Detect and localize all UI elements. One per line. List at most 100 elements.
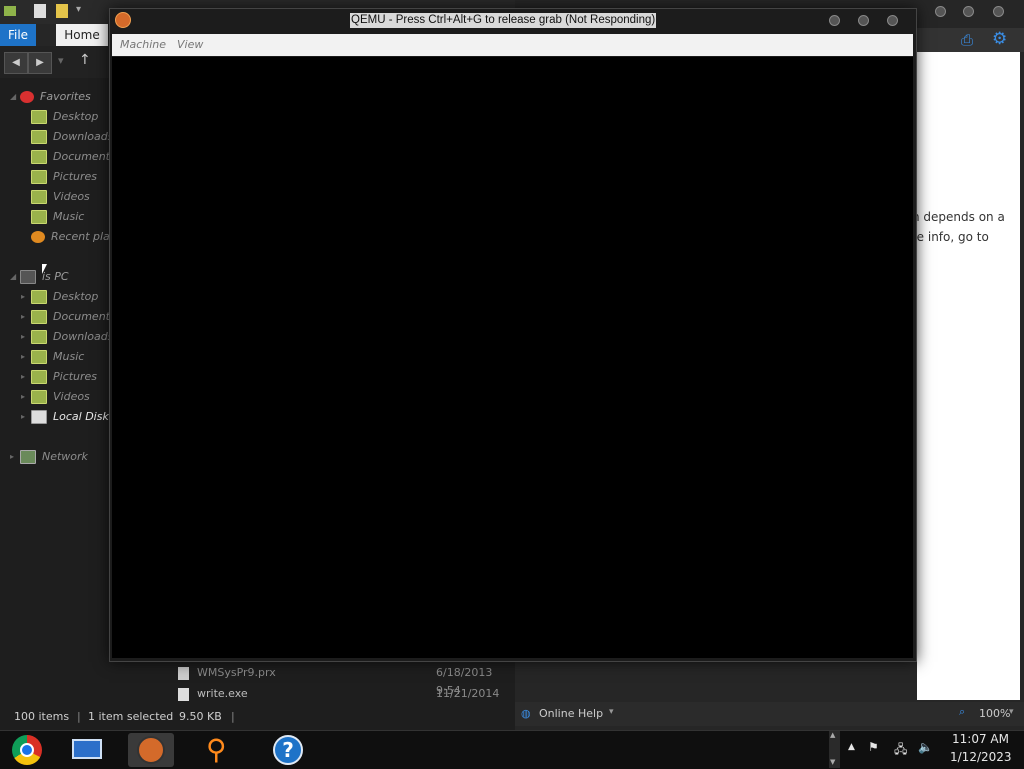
- taskbar-chrome[interactable]: [4, 733, 50, 767]
- zoom-level[interactable]: 100%: [979, 707, 1010, 720]
- sidebar-item-label: Videos: [53, 190, 90, 203]
- favorites-label: Favorites: [40, 90, 91, 103]
- computer-icon: [72, 739, 102, 759]
- file-date: 6/18/2013 9:54: [436, 666, 493, 697]
- videos-folder-icon: [31, 190, 47, 204]
- menu-machine[interactable]: Machine: [120, 38, 166, 51]
- file-row[interactable]: WMSysPr9.prx: [178, 664, 276, 682]
- sidebar-item-pc-desktop[interactable]: ▸ Desktop: [21, 288, 99, 306]
- selection-count: 1 item selected: [88, 710, 174, 723]
- globe-icon: ◍: [521, 707, 531, 720]
- menu-view[interactable]: View: [177, 38, 203, 51]
- new-folder-icon[interactable]: [56, 4, 68, 18]
- sidebar-item-desktop[interactable]: Desktop: [31, 108, 98, 126]
- taskbar-scrollbar[interactable]: ▲ ▼: [829, 731, 840, 768]
- zoom-icon[interactable]: ⌕: [959, 705, 965, 719]
- sidebar-item-music[interactable]: Music: [31, 208, 84, 226]
- help-icon: ?: [273, 735, 303, 765]
- file-name: WMSysPr9.prx: [197, 666, 276, 679]
- sidebar-item-pc-downloads[interactable]: ▸ Downloads: [21, 328, 114, 346]
- sidebar-item-pc-videos[interactable]: ▸ Videos: [21, 388, 90, 406]
- sidebar-item-recent-places[interactable]: Recent plac: [31, 228, 116, 246]
- status-divider: |: [77, 710, 81, 723]
- maximize-button[interactable]: [858, 15, 869, 26]
- sidebar-item-label: Desktop: [53, 290, 99, 303]
- close-button[interactable]: [887, 15, 898, 26]
- sidebar-item-label: Documents: [53, 150, 116, 163]
- minimize-button[interactable]: [935, 6, 946, 17]
- qemu-window: QEMU - Press Ctrl+Alt+G to release grab …: [109, 8, 917, 662]
- desktop-icon: [31, 290, 47, 304]
- clock-date[interactable]: 1/12/2023: [950, 750, 1012, 764]
- scroll-down-icon[interactable]: ▼: [830, 758, 835, 766]
- help-status-bar: ◍ Online Help ▾ ⌕ 100% ▾: [515, 702, 1024, 726]
- help-toolbar: ⎙ ⚙: [915, 28, 1024, 52]
- scroll-up-icon[interactable]: ▲: [830, 731, 835, 739]
- favorites-group[interactable]: ◢ Favorites: [10, 88, 91, 106]
- expand-arrow-icon[interactable]: ▸: [21, 348, 25, 366]
- expand-arrow-icon[interactable]: ▸: [10, 448, 14, 466]
- taskbar-qemu[interactable]: [128, 733, 174, 767]
- clock-time[interactable]: 11:07 AM: [952, 732, 1009, 746]
- online-help-dropdown[interactable]: Online Help: [539, 707, 603, 720]
- network-group[interactable]: ▸ Network: [10, 448, 88, 466]
- sidebar-item-pc-documents[interactable]: ▸ Documents: [21, 308, 116, 326]
- sidebar-item-label: Pictures: [53, 170, 98, 183]
- file-row[interactable]: write.exe: [178, 685, 248, 703]
- print-icon[interactable]: ⎙: [961, 31, 973, 49]
- sidebar-item-documents[interactable]: Documents: [31, 148, 116, 166]
- tab-file[interactable]: File: [0, 24, 36, 46]
- taskbar-search[interactable]: ⚲: [196, 733, 242, 767]
- network-icon[interactable]: 🖧: [894, 740, 907, 761]
- sidebar-item-videos[interactable]: Videos: [31, 188, 90, 206]
- status-divider: |: [231, 710, 235, 723]
- music-folder-icon: [31, 210, 47, 224]
- expand-arrow-icon[interactable]: ▸: [21, 308, 25, 326]
- network-icon: [20, 450, 36, 464]
- exe-icon: [178, 687, 189, 701]
- maximize-button[interactable]: [963, 6, 974, 17]
- recent-places-icon: [31, 231, 45, 243]
- up-arrow-icon[interactable]: ↑: [79, 52, 91, 68]
- properties-icon[interactable]: [34, 4, 46, 18]
- expand-arrow-icon[interactable]: ▸: [21, 388, 25, 406]
- close-button[interactable]: [993, 6, 1004, 17]
- sidebar-item-pc-pictures[interactable]: ▸ Pictures: [21, 368, 97, 386]
- chevron-up-icon[interactable]: ▲: [848, 742, 855, 752]
- vm-display[interactable]: [112, 57, 913, 658]
- minimize-button[interactable]: [829, 15, 840, 26]
- folder-icon: [4, 6, 16, 16]
- volume-icon[interactable]: 🔈: [918, 740, 933, 754]
- sidebar-item-label: Downloads: [53, 330, 114, 343]
- expand-arrow-icon[interactable]: ◢: [10, 88, 16, 106]
- downloads-folder-icon: [31, 130, 47, 144]
- sidebar-item-local-disk[interactable]: ▸ Local Disk (: [21, 408, 117, 426]
- expand-arrow-icon[interactable]: ▸: [21, 288, 25, 306]
- sidebar-item-label: Recent plac: [51, 230, 116, 243]
- desktop-icon: [31, 110, 47, 124]
- qemu-titlebar[interactable]: QEMU - Press Ctrl+Alt+G to release grab …: [110, 9, 916, 33]
- flag-icon[interactable]: ⚑: [868, 740, 879, 754]
- sidebar-item-downloads[interactable]: Downloads: [31, 128, 113, 146]
- taskbar-help[interactable]: ?: [264, 733, 310, 767]
- expand-arrow-icon[interactable]: ◢: [10, 268, 16, 286]
- chevron-down-icon[interactable]: ▾: [609, 707, 614, 717]
- chevron-down-icon[interactable]: ▾: [76, 4, 81, 15]
- qemu-menubar: Machine View: [112, 34, 913, 56]
- expand-arrow-icon[interactable]: ▸: [21, 408, 25, 426]
- tab-home[interactable]: Home: [56, 24, 108, 46]
- expand-arrow-icon[interactable]: ▸: [21, 328, 25, 346]
- taskbar-computer[interactable]: [64, 733, 110, 767]
- forward-button[interactable]: ▶: [28, 52, 52, 74]
- recent-locations-icon[interactable]: ▾: [58, 54, 64, 67]
- back-button[interactable]: ◀: [4, 52, 28, 74]
- chevron-down-icon[interactable]: ▾: [1009, 707, 1014, 717]
- sidebar-item-pc-music[interactable]: ▸ Music: [21, 348, 84, 366]
- file-name: write.exe: [197, 687, 248, 700]
- expand-arrow-icon[interactable]: ▸: [21, 368, 25, 386]
- gear-icon[interactable]: ⚙: [992, 29, 1007, 49]
- help-text-line: re info, go to: [912, 230, 989, 244]
- help-text-line: h depends on a: [912, 210, 1005, 224]
- sidebar-item-pictures[interactable]: Pictures: [31, 168, 97, 186]
- explorer-status-bar: 100 items | 1 item selected 9.50 KB |: [0, 706, 515, 728]
